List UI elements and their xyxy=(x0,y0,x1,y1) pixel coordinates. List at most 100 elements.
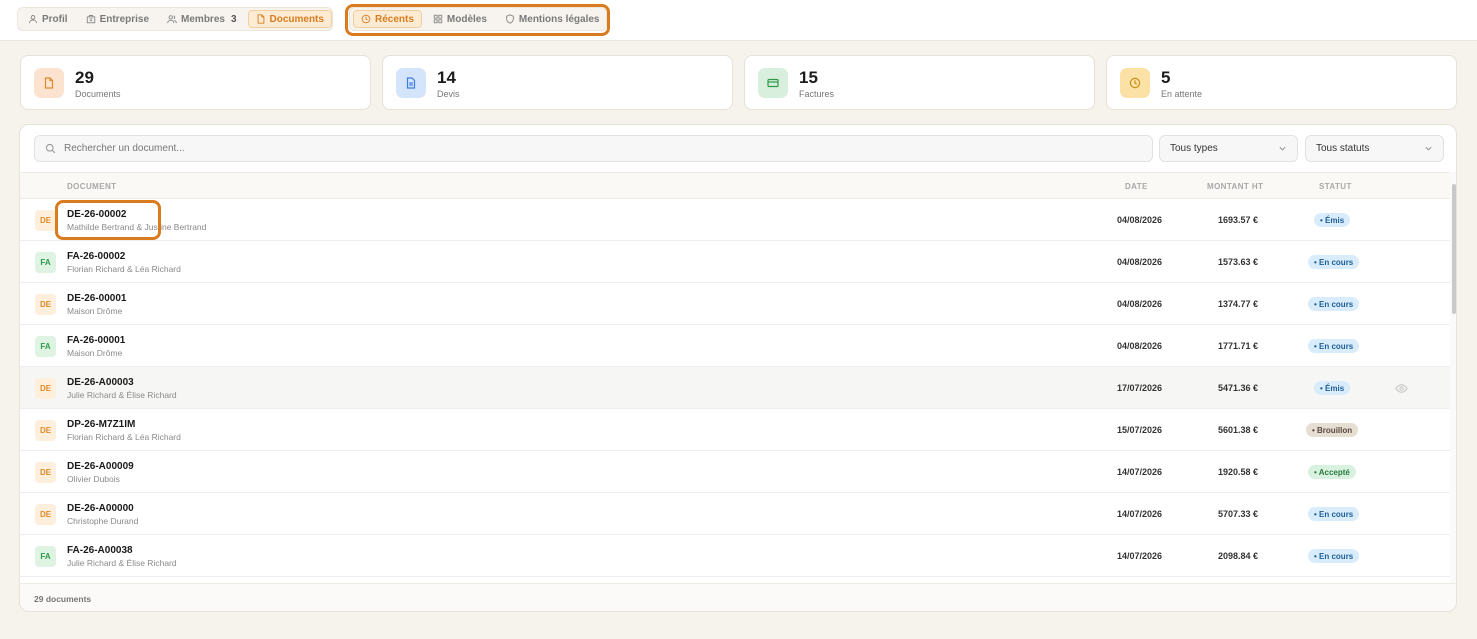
search-input[interactable] xyxy=(64,143,1124,154)
doc-date: 14/07/2026 xyxy=(1116,551,1162,561)
doc-amount: 2098.84 € xyxy=(1217,551,1258,561)
doc-amount: 5601.38 € xyxy=(1217,425,1258,435)
tab-recents[interactable]: Récents xyxy=(353,10,422,28)
doc-reference: FA-26-00002 xyxy=(67,251,126,262)
tab-modeles[interactable]: Modèles xyxy=(426,10,494,28)
doc-amount: 5707.33 € xyxy=(1217,509,1258,519)
type-filter-select[interactable]: Tous types xyxy=(1159,135,1298,162)
table-row[interactable]: FA FA-26-00001 Maison Drôme 04/08/2026 1… xyxy=(20,325,1450,367)
status-badge: • En cours xyxy=(1308,255,1360,269)
table-footer: 29 documents xyxy=(20,583,1456,611)
doc-type-badge: DE xyxy=(35,378,56,399)
tab-mentions-legales[interactable]: Mentions légales xyxy=(498,10,607,28)
stat-label: Factures xyxy=(799,89,835,99)
shield-icon xyxy=(506,14,514,24)
grid-icon xyxy=(433,14,443,24)
doc-amount: 1771.71 € xyxy=(1217,341,1258,351)
tab-profil[interactable]: Profil xyxy=(21,10,75,28)
status-badge: • En cours xyxy=(1308,297,1360,311)
doc-client: Julie Richard & Élise Richard xyxy=(67,558,177,568)
column-header-document[interactable]: DOCUMENT xyxy=(67,182,116,191)
table-header: DOCUMENT DATE MONTANT HT STATUT xyxy=(20,172,1450,199)
table-row[interactable]: FA FA-26-A00038 Julie Richard & Élise Ri… xyxy=(20,535,1450,577)
status-badge: • Émis xyxy=(1314,381,1351,395)
file-icon xyxy=(257,14,264,24)
search-icon xyxy=(45,143,56,154)
stat-icon-box xyxy=(1120,68,1150,98)
doc-amount: 5471.36 € xyxy=(1217,383,1258,393)
select-value: Tous statuts xyxy=(1316,143,1370,154)
doc-type-badge: FA xyxy=(35,336,56,357)
doc-reference: DE-26-A00009 xyxy=(67,461,134,472)
doc-type-badge: DE xyxy=(35,210,56,231)
tab-documents[interactable]: Documents xyxy=(247,10,332,28)
table-row[interactable]: FA FA-26-00002 Florian Richard & Léa Ric… xyxy=(20,241,1450,283)
doc-date: 04/08/2026 xyxy=(1116,299,1162,309)
user-icon xyxy=(29,15,37,24)
tab-label: Modèles xyxy=(446,13,487,25)
chevron-down-icon xyxy=(1279,146,1286,151)
table-row[interactable]: DE DP-26-M7Z1IM Florian Richard & Léa Ri… xyxy=(20,409,1450,451)
doc-type-badge: DE xyxy=(35,420,56,441)
stat-value: 5 xyxy=(1161,68,1171,87)
doc-reference: FA-26-A00038 xyxy=(67,545,133,556)
doc-date: 15/07/2026 xyxy=(1116,425,1162,435)
stat-card-en-attente: 5 En attente xyxy=(1106,55,1457,110)
members-count-badge: 3 xyxy=(230,13,237,25)
doc-type-badge: DE xyxy=(35,504,56,525)
stat-card-factures: 15 Factures xyxy=(744,55,1095,110)
status-badge: • En cours xyxy=(1308,339,1360,353)
eye-icon[interactable] xyxy=(1395,382,1408,395)
doc-date: 04/08/2026 xyxy=(1116,215,1162,225)
scrollbar-thumb[interactable] xyxy=(1452,184,1456,314)
doc-reference: DE-26-00001 xyxy=(67,293,127,304)
credit-card-icon xyxy=(767,78,779,88)
stat-label: Documents xyxy=(75,89,121,99)
tab-membres[interactable]: Membres 3 xyxy=(160,10,243,28)
doc-client: Florian Richard & Léa Richard xyxy=(67,264,181,274)
column-header-status[interactable]: STATUT xyxy=(1319,182,1352,191)
clock-icon xyxy=(361,14,371,24)
status-badge: • Accepté xyxy=(1308,465,1356,479)
chevron-down-icon xyxy=(1425,146,1432,151)
tab-entreprise[interactable]: Entreprise xyxy=(79,10,156,28)
doc-type-badge: DE xyxy=(35,294,56,315)
doc-client: Maison Drôme xyxy=(67,348,123,358)
doc-amount: 1573.63 € xyxy=(1217,257,1258,267)
table-row[interactable]: DE DE-26-00001 Maison Drôme 04/08/2026 1… xyxy=(20,283,1450,325)
doc-client: Maison Drôme xyxy=(67,306,123,316)
table-row[interactable]: DE DE-26-A00003 Julie Richard & Élise Ri… xyxy=(20,367,1450,409)
doc-client: Florian Richard & Léa Richard xyxy=(67,432,181,442)
stat-card-documents: 29 Documents xyxy=(20,55,371,110)
file-icon xyxy=(44,77,54,89)
users-icon xyxy=(167,15,177,24)
doc-date: 17/07/2026 xyxy=(1116,383,1162,393)
documents-count: 29 documents xyxy=(34,594,92,604)
doc-type-badge: DE xyxy=(35,462,56,483)
stat-value: 15 xyxy=(799,68,818,87)
column-header-date[interactable]: DATE xyxy=(1125,182,1148,191)
table-row[interactable]: DE DE-26-00002 Mathilde Bertrand & Justi… xyxy=(20,199,1450,241)
doc-reference: DP-26-M7Z1IM xyxy=(67,419,136,430)
doc-amount: 1374.77 € xyxy=(1217,299,1258,309)
documents-tab-group: Récents Modèles Mentions légales xyxy=(349,7,607,31)
column-header-amount[interactable]: MONTANT HT xyxy=(1207,182,1263,191)
status-filter-select[interactable]: Tous statuts xyxy=(1305,135,1444,162)
doc-date: 14/07/2026 xyxy=(1116,467,1162,477)
doc-client: Olivier Dubois xyxy=(67,474,120,484)
status-badge: • Brouillon xyxy=(1306,423,1359,437)
tab-label: Documents xyxy=(269,13,324,25)
table-row[interactable]: DE DE-26-A00009 Olivier Dubois 14/07/202… xyxy=(20,451,1450,493)
doc-amount: 1693.57 € xyxy=(1217,215,1258,225)
stat-icon-box xyxy=(396,68,426,98)
table-scrollbar[interactable] xyxy=(1450,172,1456,583)
building-icon xyxy=(86,15,95,24)
file-text-icon xyxy=(406,77,416,89)
documents-card: Tous types Tous statuts DOCUMENT DATE MO… xyxy=(19,124,1457,612)
stat-card-devis: 14 Devis xyxy=(382,55,733,110)
doc-date: 04/08/2026 xyxy=(1116,257,1162,267)
doc-client: Christophe Durand xyxy=(67,516,139,526)
table-row[interactable]: DE DE-26-A00000 Christophe Durand 14/07/… xyxy=(20,493,1450,535)
search-box[interactable] xyxy=(34,135,1153,162)
tab-label: Récents xyxy=(375,13,414,25)
